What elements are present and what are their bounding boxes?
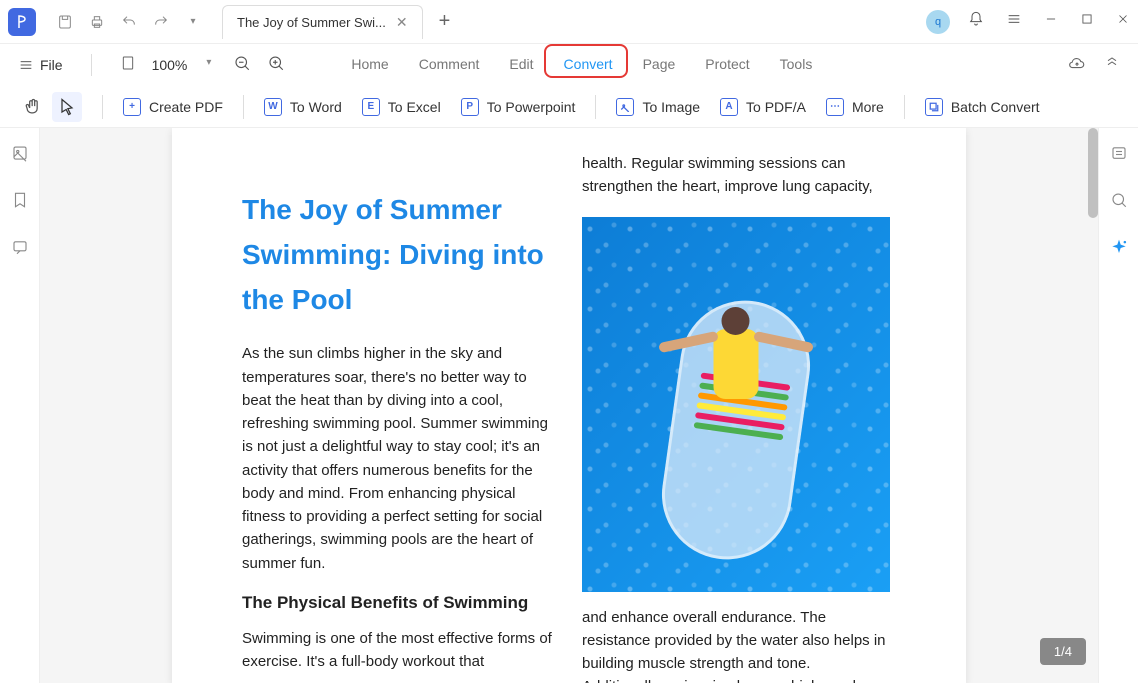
batch-icon: [925, 98, 943, 116]
document-viewport[interactable]: The Joy of Summer Swimming: Diving into …: [40, 128, 1098, 683]
batch-convert-button[interactable]: Batch Convert: [925, 98, 1040, 116]
select-tool[interactable]: [52, 92, 82, 122]
undo-icon[interactable]: [120, 13, 138, 31]
image-icon: [616, 98, 634, 116]
to-powerpoint-button[interactable]: PTo Powerpoint: [461, 98, 576, 116]
document-paragraph: health. Regular swimming sessions can st…: [582, 152, 892, 199]
maximize-button[interactable]: [1080, 12, 1094, 31]
create-pdf-button[interactable]: +Create PDF: [123, 98, 223, 116]
cloud-icon[interactable]: [1068, 54, 1086, 77]
tab-close-icon[interactable]: ✕: [396, 14, 408, 31]
save-icon[interactable]: [56, 13, 74, 31]
quick-access-toolbar: ▾: [56, 13, 202, 31]
left-sidebar: [0, 128, 40, 683]
more-button[interactable]: ⋯More: [826, 98, 884, 116]
minimize-button[interactable]: [1044, 12, 1058, 31]
document-tab[interactable]: The Joy of Summer Swi... ✕: [222, 5, 423, 39]
window-controls: [968, 11, 1130, 32]
tab-comment[interactable]: Comment: [417, 52, 482, 78]
powerpoint-icon: P: [461, 98, 479, 116]
print-icon[interactable]: [88, 13, 106, 31]
zoom-value[interactable]: 100%: [152, 57, 218, 73]
user-avatar[interactable]: q: [926, 10, 950, 34]
collapse-ribbon-icon[interactable]: [1104, 54, 1120, 77]
word-icon: W: [264, 98, 282, 116]
zoom-in-button[interactable]: [267, 54, 285, 77]
comments-icon[interactable]: [11, 238, 29, 261]
zoom-controls: 100%: [120, 54, 286, 77]
page-view-icon[interactable]: [120, 54, 136, 77]
menubar: File 100% Home Comment Edit Convert Page…: [0, 44, 1138, 86]
tab-edit[interactable]: Edit: [507, 52, 535, 78]
notification-icon[interactable]: [968, 11, 984, 32]
more-icon: ⋯: [826, 98, 844, 116]
tab-protect[interactable]: Protect: [703, 52, 751, 78]
tab-home[interactable]: Home: [349, 52, 390, 78]
to-pdfa-button[interactable]: ATo PDF/A: [720, 98, 806, 116]
pdfa-icon: A: [720, 98, 738, 116]
properties-icon[interactable]: [1110, 144, 1128, 167]
tab-page[interactable]: Page: [641, 52, 678, 78]
titlebar: ▾ The Joy of Summer Swi... ✕ + q: [0, 0, 1138, 44]
main-area: The Joy of Summer Swimming: Diving into …: [0, 128, 1138, 683]
right-sidebar: [1098, 128, 1138, 683]
to-image-button[interactable]: To Image: [616, 98, 700, 116]
thumbnails-icon[interactable]: [11, 144, 29, 167]
vertical-scrollbar[interactable]: [1088, 128, 1098, 683]
scrollbar-thumb[interactable]: [1088, 128, 1098, 218]
document-paragraph: and enhance overall endurance. The resis…: [582, 606, 892, 683]
document-paragraph: As the sun climbs higher in the sky and …: [242, 342, 552, 575]
ai-sparkle-icon[interactable]: [1109, 238, 1129, 263]
dropdown-icon[interactable]: ▾: [184, 13, 202, 31]
create-pdf-icon: +: [123, 98, 141, 116]
close-button[interactable]: [1116, 12, 1130, 31]
document-page: The Joy of Summer Swimming: Diving into …: [172, 128, 966, 683]
to-excel-button[interactable]: ETo Excel: [362, 98, 441, 116]
file-menu[interactable]: File: [18, 57, 63, 73]
convert-toolbar: +Create PDF WTo Word ETo Excel PTo Power…: [0, 86, 1138, 128]
menu-icon[interactable]: [1006, 11, 1022, 32]
new-tab-button[interactable]: +: [433, 10, 457, 33]
tab-convert[interactable]: Convert: [562, 52, 615, 78]
redo-icon[interactable]: [152, 13, 170, 31]
document-title: The Joy of Summer Swimming: Diving into …: [242, 188, 552, 322]
to-word-button[interactable]: WTo Word: [264, 98, 342, 116]
document-subheading: The Physical Benefits of Swimming: [242, 593, 552, 613]
document-paragraph: Swimming is one of the most effective fo…: [242, 627, 552, 674]
bookmarks-icon[interactable]: [11, 191, 29, 214]
tab-title: The Joy of Summer Swi...: [237, 15, 386, 30]
search-icon[interactable]: [1110, 191, 1128, 214]
ribbon-tabs: Home Comment Edit Convert Page Protect T…: [349, 52, 814, 78]
zoom-out-button[interactable]: [233, 54, 251, 77]
hand-tool[interactable]: [18, 92, 48, 122]
excel-icon: E: [362, 98, 380, 116]
document-image: [582, 217, 890, 592]
tab-tools[interactable]: Tools: [778, 52, 815, 78]
app-logo[interactable]: [8, 8, 36, 36]
page-indicator[interactable]: 1/4: [1040, 638, 1086, 665]
